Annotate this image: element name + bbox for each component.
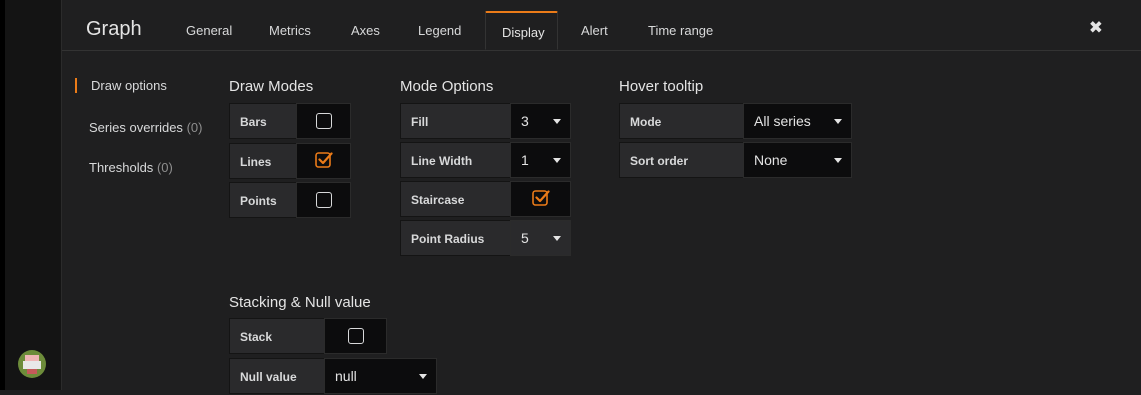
panel-type-title: Graph xyxy=(86,18,142,40)
caret-down-icon xyxy=(419,374,427,379)
caret-down-icon xyxy=(834,158,842,163)
caret-down-icon xyxy=(834,119,842,124)
tab-general[interactable]: General xyxy=(170,11,248,50)
subnav-draw-options-label: Draw options xyxy=(91,78,167,93)
editor-header: Graph General Metrics Axes Legend Displa… xyxy=(62,0,1141,51)
mode-options-heading: Mode Options xyxy=(400,78,494,95)
close-icon[interactable]: ✖ xyxy=(1089,18,1103,38)
lines-label: Lines xyxy=(229,143,297,179)
caret-down-icon xyxy=(553,119,561,124)
checkbox-checked-icon xyxy=(531,190,550,206)
stack-label: Stack xyxy=(229,318,325,354)
fill-select[interactable]: 3 xyxy=(510,103,571,139)
tab-time-range[interactable]: Time range xyxy=(632,11,729,50)
tab-axes[interactable]: Axes xyxy=(335,11,396,50)
tab-metrics[interactable]: Metrics xyxy=(253,11,327,50)
caret-down-icon xyxy=(553,236,561,241)
checkbox-empty-icon xyxy=(315,113,332,129)
staircase-label: Staircase xyxy=(400,181,511,217)
fill-label: Fill xyxy=(400,103,511,139)
checkbox-checked-icon xyxy=(314,152,333,168)
subnav-thresholds-label: Thresholds xyxy=(89,160,154,175)
tab-legend[interactable]: Legend xyxy=(402,11,477,50)
tooltip-mode-label: Mode xyxy=(619,103,744,139)
point-radius-value: 5 xyxy=(521,230,529,246)
series-overrides-count: (0) xyxy=(186,120,203,135)
panel-editor: Graph General Metrics Axes Legend Displa… xyxy=(62,0,1141,394)
sort-order-value: None xyxy=(754,152,788,168)
null-value-select[interactable]: null xyxy=(324,358,437,394)
user-avatar[interactable] xyxy=(18,350,46,378)
hover-tooltip-heading: Hover tooltip xyxy=(619,78,704,95)
checkbox-empty-icon xyxy=(315,192,332,208)
stack-checkbox[interactable] xyxy=(324,318,387,354)
thresholds-count: (0) xyxy=(156,160,173,175)
fill-value: 3 xyxy=(521,113,529,129)
bars-label: Bars xyxy=(229,103,297,139)
line-width-value: 1 xyxy=(521,152,529,168)
sort-order-label: Sort order xyxy=(619,142,744,178)
sort-order-select[interactable]: None xyxy=(743,142,852,178)
caret-down-icon xyxy=(553,158,561,163)
subnav-thresholds[interactable]: Thresholds (0) xyxy=(75,160,173,175)
subnav-series-overrides-label: Series overrides xyxy=(89,120,183,135)
side-menu-edge xyxy=(0,0,5,390)
checkbox-empty-icon xyxy=(347,328,364,344)
point-radius-label: Point Radius xyxy=(400,220,511,256)
line-width-label: Line Width xyxy=(400,142,511,178)
tooltip-mode-select[interactable]: All series xyxy=(743,103,852,139)
null-value-value: null xyxy=(335,368,357,384)
null-value-label: Null value xyxy=(229,358,325,394)
stacking-heading: Stacking & Null value xyxy=(229,294,371,311)
tab-alert[interactable]: Alert xyxy=(565,11,624,50)
tooltip-mode-value: All series xyxy=(754,113,811,129)
point-radius-select[interactable]: 5 xyxy=(510,220,571,256)
line-width-select[interactable]: 1 xyxy=(510,142,571,178)
subnav-series-overrides[interactable]: Series overrides (0) xyxy=(75,120,202,135)
tab-display[interactable]: Display xyxy=(485,11,558,50)
subnav-draw-options[interactable]: Draw options xyxy=(75,78,167,93)
points-label: Points xyxy=(229,182,297,218)
points-checkbox[interactable] xyxy=(296,182,351,218)
draw-modes-heading: Draw Modes xyxy=(229,78,314,95)
lines-checkbox[interactable] xyxy=(296,143,351,179)
bars-checkbox[interactable] xyxy=(296,103,351,139)
side-menu-bar xyxy=(0,0,62,390)
staircase-checkbox[interactable] xyxy=(510,181,571,217)
